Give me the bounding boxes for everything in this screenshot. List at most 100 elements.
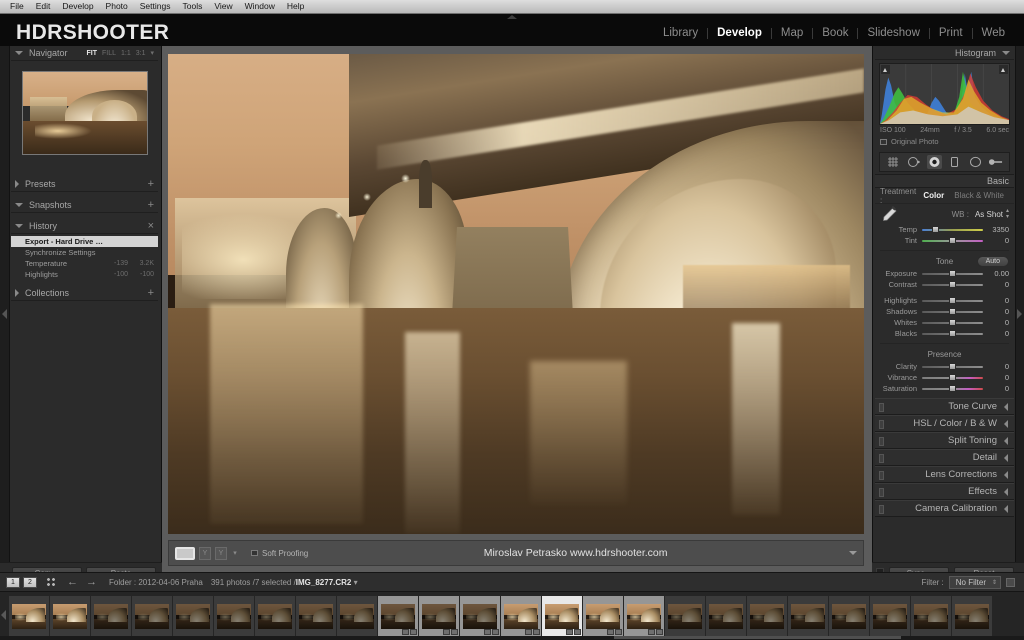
slider-knob[interactable] (949, 297, 956, 304)
menu-item-edit[interactable]: Edit (30, 0, 57, 13)
filmstrip-thumbnail[interactable] (337, 596, 377, 636)
left-panel-collapse-strip[interactable] (0, 46, 10, 572)
original-photo-toggle[interactable]: Original Photo (875, 134, 1014, 150)
slider-knob[interactable] (949, 363, 956, 370)
slider-knob[interactable] (949, 270, 956, 277)
slider-track[interactable] (922, 268, 983, 279)
thumbnail-badge[interactable] (484, 629, 491, 635)
slider-knob[interactable] (949, 385, 956, 392)
filmstrip-thumbnail[interactable] (952, 596, 992, 636)
crop-overlay-tool-icon[interactable] (886, 155, 901, 169)
navigator-zoom-11[interactable]: 1:1 (121, 50, 131, 57)
original-photo-checkbox[interactable] (880, 139, 887, 145)
filmstrip-thumbnail[interactable] (829, 596, 869, 636)
thumbnail-badge[interactable] (492, 629, 499, 635)
slider-track[interactable] (922, 306, 983, 317)
panel-header-detail[interactable]: Detail (875, 449, 1014, 466)
add-collection-button[interactable]: + (148, 289, 154, 298)
navigator-preview[interactable] (22, 71, 148, 155)
source-folder-label[interactable]: Folder : 2012-04-06 Praha (109, 578, 203, 587)
panel-header-camera-calibration[interactable]: Camera Calibration (875, 500, 1014, 517)
before-after-menu-icon[interactable]: ▾ (231, 547, 239, 560)
filmstrip-thumbnail[interactable] (870, 596, 910, 636)
menu-item-file[interactable]: File (4, 0, 30, 13)
clear-history-button[interactable]: × (148, 222, 154, 231)
toolbar-options-caret-icon[interactable] (849, 551, 857, 555)
menu-item-tools[interactable]: Tools (176, 0, 208, 13)
filmstrip-thumbnail[interactable] (419, 596, 459, 636)
highlight-clipping-indicator[interactable] (999, 65, 1008, 74)
slider-value[interactable]: 0 (983, 362, 1009, 371)
slider-value[interactable]: 0.00 (983, 269, 1009, 278)
slider-knob[interactable] (949, 374, 956, 381)
menu-item-settings[interactable]: Settings (134, 0, 177, 13)
navigator-zoom-fill[interactable]: FILL (102, 50, 116, 57)
filmstrip-thumbnail[interactable] (296, 596, 336, 636)
adjustment-brush-tool-icon[interactable] (988, 155, 1003, 169)
slider-track[interactable] (922, 383, 983, 394)
menu-item-develop[interactable]: Develop (56, 0, 99, 13)
slider-track[interactable] (922, 295, 983, 306)
thumbnail-badge[interactable] (648, 629, 655, 635)
slider-row-shadows[interactable]: Shadows0 (875, 306, 1014, 317)
filmstrip-thumbnail[interactable] (747, 596, 787, 636)
right-panel-collapse-strip[interactable] (1015, 46, 1024, 572)
module-develop[interactable]: Develop (708, 26, 771, 40)
slider-row-vibrance[interactable]: Vibrance0 (875, 372, 1014, 383)
treatment-option-black-and-white[interactable]: Black & White (949, 191, 1009, 200)
module-book[interactable]: Book (813, 26, 857, 40)
loupe-view-icon[interactable] (175, 547, 195, 560)
filmstrip-thumbnail[interactable] (173, 596, 213, 636)
panel-switch-icon[interactable] (879, 454, 884, 463)
slider-track[interactable] (922, 328, 983, 339)
menu-item-help[interactable]: Help (281, 0, 310, 13)
filter-toggle-button[interactable] (1006, 578, 1015, 587)
slider-row-highlights[interactable]: Highlights0 (875, 295, 1014, 306)
before-after-left-icon[interactable]: Y (199, 547, 211, 560)
slider-track[interactable] (922, 279, 983, 290)
filmstrip-thumbnail[interactable] (9, 596, 49, 636)
history-header[interactable]: History × (11, 219, 158, 234)
panel-switch-icon[interactable] (879, 437, 884, 446)
thumbnail-badge[interactable] (443, 629, 450, 635)
soft-proofing-toggle[interactable]: Soft Proofing (251, 549, 308, 558)
slider-value[interactable]: 0 (983, 236, 1009, 245)
filmstrip-thumbnail[interactable] (911, 596, 951, 636)
filmstrip-thumbnail[interactable] (624, 596, 664, 636)
thumbnail-badge[interactable] (607, 629, 614, 635)
white-balance-dropdown-icon[interactable]: ▴▾ (1006, 208, 1009, 220)
slider-knob[interactable] (932, 226, 939, 233)
basic-panel-header[interactable]: Basic (875, 174, 1014, 188)
panel-header-tone-curve[interactable]: Tone Curve (875, 398, 1014, 415)
filmstrip-thumbnail[interactable] (706, 596, 746, 636)
panel-switch-icon[interactable] (879, 403, 884, 412)
thumbnail-badge[interactable] (533, 629, 540, 635)
slider-knob[interactable] (949, 330, 956, 337)
filmstrip-thumbnail[interactable] (255, 596, 295, 636)
slider-value[interactable]: 0 (983, 307, 1009, 316)
before-after-right-icon[interactable]: Y (215, 547, 227, 560)
history-entry[interactable]: Temperature-1393.2K (11, 258, 158, 269)
add-snapshot-button[interactable]: + (148, 201, 154, 210)
slider-value[interactable]: 3350 (983, 225, 1009, 234)
slider-knob[interactable] (949, 308, 956, 315)
white-balance-value[interactable]: As Shot (975, 210, 1003, 219)
module-library[interactable]: Library (654, 26, 707, 40)
thumbnail-badge[interactable] (574, 629, 581, 635)
collections-header[interactable]: Collections + (11, 286, 158, 301)
filmstrip-thumbnail[interactable] (91, 596, 131, 636)
navigator-header[interactable]: Navigator FITFILL1:13:1▾ (11, 46, 158, 61)
slider-value[interactable]: 0 (983, 373, 1009, 382)
go-back-arrow-icon[interactable]: ← (67, 577, 78, 587)
slider-track[interactable] (922, 317, 983, 328)
add-preset-button[interactable]: + (148, 180, 154, 189)
slider-knob[interactable] (949, 319, 956, 326)
filmstrip-thumbnail[interactable] (583, 596, 623, 636)
shadow-clipping-indicator[interactable] (881, 65, 890, 74)
slider-row-saturation[interactable]: Saturation0 (875, 383, 1014, 394)
slider-track[interactable] (922, 235, 983, 246)
menu-item-view[interactable]: View (208, 0, 238, 13)
slider-row-clarity[interactable]: Clarity0 (875, 361, 1014, 372)
slider-value[interactable]: 0 (983, 296, 1009, 305)
navigator-zoom-[interactable]: ▾ (150, 49, 154, 57)
